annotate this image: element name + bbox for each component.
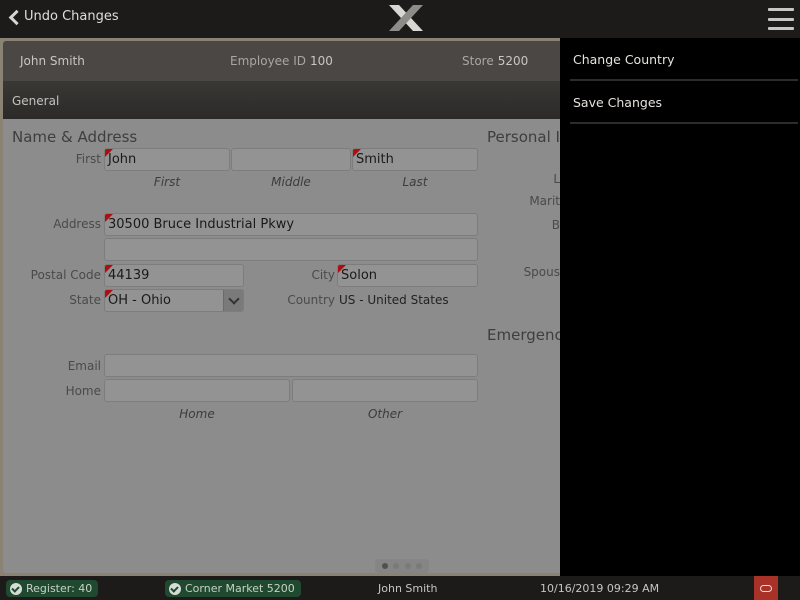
chevron-left-icon	[8, 10, 18, 24]
last-name-input[interactable]: Smith	[352, 148, 478, 171]
home-phone-label: Home	[65, 384, 101, 398]
register-badge: Register: 40	[6, 580, 99, 597]
action-menu: Change Country Save Changes	[560, 38, 800, 576]
employee-name: John Smith	[20, 54, 85, 68]
emergency-title: Emergency	[487, 326, 560, 344]
check-circle-icon	[169, 582, 181, 595]
employee-id: Employee ID 100	[230, 54, 333, 68]
employee-panel: John Smith Employee ID 100 Store 5200 Gene…	[3, 41, 560, 573]
personal-label-1: L	[553, 172, 560, 186]
address-line2-input[interactable]	[104, 238, 478, 261]
middle-sublabel: Middle	[271, 175, 311, 189]
status-bar: Register: 40 Corner Market 5200 John Smi…	[0, 576, 800, 600]
page-dot-1[interactable]	[381, 563, 388, 569]
first-name-input[interactable]: John	[104, 148, 230, 171]
main-frame: John Smith Employee ID 100 Store 5200 Gene…	[0, 38, 560, 576]
middle-name-input[interactable]	[231, 148, 351, 171]
country-value: US - United States	[339, 293, 449, 307]
last-sublabel: Last	[402, 175, 428, 189]
home-phone-input[interactable]	[104, 379, 290, 402]
other-sublabel: Other	[367, 407, 403, 421]
address-line1-input[interactable]: 30500 Bruce Industrial Pkwy	[104, 213, 478, 236]
store-badge: Corner Market 5200	[165, 580, 301, 597]
city-label: City	[311, 268, 335, 282]
state-label: State	[69, 293, 101, 307]
first-label: First	[75, 152, 101, 166]
page-dot-3[interactable]	[404, 563, 411, 569]
status-user: John Smith	[378, 582, 438, 595]
check-circle-icon	[10, 582, 22, 595]
menu-item-change-country[interactable]: Change Country	[570, 38, 798, 81]
page-indicator[interactable]	[375, 559, 429, 573]
state-select[interactable]: OH - Ohio	[104, 289, 244, 312]
oracle-icon	[760, 584, 772, 592]
status-datetime: 10/16/2019 09:29 AM	[540, 582, 660, 595]
first-sublabel: First	[153, 175, 181, 189]
personal-label-3: B	[551, 218, 560, 232]
home-sublabel: Home	[179, 407, 215, 421]
menu-item-save-changes[interactable]: Save Changes	[570, 81, 798, 124]
address-label: Address	[53, 217, 101, 231]
undo-changes-button[interactable]: Undo Changes	[8, 9, 119, 24]
name-address-title: Name & Address	[12, 128, 138, 146]
employee-store: Store 5200	[462, 54, 529, 68]
page-dot-4[interactable]	[416, 563, 423, 569]
hamburger-menu-icon[interactable]	[768, 8, 794, 30]
state-value: OH - Ohio	[108, 293, 172, 308]
email-label: Email	[67, 359, 101, 373]
top-bar: Undo Changes	[0, 0, 800, 38]
page-dot-2[interactable]	[393, 563, 400, 569]
chevron-down-icon[interactable]	[223, 290, 243, 311]
employee-header: John Smith Employee ID 100 Store 5200	[3, 41, 560, 81]
undo-changes-label: Undo Changes	[24, 9, 119, 24]
personal-label-4: Spous	[523, 265, 560, 279]
city-input[interactable]: Solon	[337, 264, 478, 287]
email-input[interactable]	[104, 354, 478, 377]
country-label: Country	[287, 293, 335, 307]
oracle-button[interactable]	[754, 576, 778, 600]
other-phone-input[interactable]	[292, 379, 478, 402]
postal-code-label: Postal Code	[30, 268, 101, 282]
personal-info-title: Personal In	[487, 128, 560, 146]
personal-label-2: Marit	[529, 194, 560, 208]
x-logo-icon	[389, 5, 423, 31]
postal-code-input[interactable]: 44139	[104, 264, 244, 287]
tab-general[interactable]: General	[3, 81, 560, 119]
